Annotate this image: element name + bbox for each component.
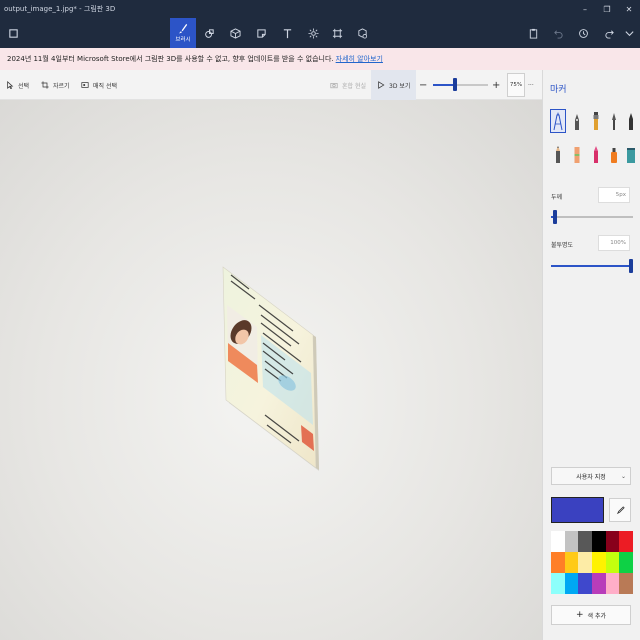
eyedropper-button[interactable] [609, 498, 631, 522]
history-icon[interactable] [570, 18, 596, 48]
brush-icon [178, 23, 187, 34]
color-swatch[interactable] [578, 552, 592, 573]
minimize-button[interactable]: – [574, 0, 596, 18]
color-swatch[interactable] [551, 531, 565, 552]
zoom-level[interactable]: 75% [507, 73, 525, 97]
id-card-image [222, 266, 319, 471]
mixed-reality-button[interactable]: 혼합 현실 [330, 70, 366, 100]
crop-icon [41, 81, 49, 89]
pixel-pen-icon[interactable] [623, 109, 639, 133]
select-button[interactable]: 선택 [6, 70, 29, 100]
color-swatch[interactable] [564, 552, 579, 573]
cursor-icon [7, 81, 14, 89]
workspace[interactable] [0, 100, 542, 640]
color-swatch[interactable] [578, 573, 592, 594]
brushes-tab[interactable]: 브러시 [170, 18, 196, 48]
brush-panel: 마커 두께 5px 불투명도 100% 사용자 지정 ⌄ + 색 추가 [542, 70, 640, 640]
color-palette [551, 531, 633, 594]
zoom-in-button[interactable]: + [492, 70, 500, 100]
crop-button[interactable]: 자르기 [41, 70, 70, 100]
chevron-down-icon: ⌄ [620, 472, 626, 480]
crayon-icon[interactable] [588, 142, 604, 166]
learn-more-link[interactable]: 자세히 알아보기 [336, 54, 383, 64]
mixed-reality-label: 혼합 현실 [342, 82, 366, 90]
color-swatch[interactable] [605, 573, 620, 594]
color-swatch[interactable] [578, 531, 592, 552]
magic-select-icon [81, 82, 89, 88]
color-swatch[interactable] [591, 573, 606, 594]
color-swatch[interactable] [605, 552, 620, 573]
fill-icon[interactable] [623, 142, 639, 166]
thickness-input[interactable]: 5px [598, 187, 630, 203]
color-swatch[interactable] [591, 531, 606, 552]
watercolor-icon[interactable] [606, 109, 622, 133]
color-swatch[interactable] [551, 552, 565, 573]
add-color-button[interactable]: + 색 추가 [551, 605, 631, 625]
opacity-input[interactable]: 100% [598, 235, 630, 251]
expand-icon[interactable] [618, 18, 640, 48]
3d-library-icon[interactable] [349, 18, 375, 48]
color-swatch[interactable] [619, 531, 633, 552]
deprecation-banner: 2024년 11월 4일부터 Microsoft Store에서 그림판 3D를… [0, 48, 640, 70]
3d-card-object[interactable] [221, 265, 321, 475]
marker-icon[interactable] [550, 109, 566, 133]
color-swatch[interactable] [605, 531, 620, 552]
3d-shapes-icon[interactable] [222, 18, 248, 48]
eraser-icon[interactable] [569, 142, 585, 166]
magic-select-button[interactable]: 매직 선택 [81, 70, 117, 100]
opacity-slider[interactable] [551, 259, 633, 273]
select-label: 선택 [18, 82, 30, 90]
oil-brush-icon[interactable] [588, 109, 604, 133]
eyedropper-icon [616, 505, 625, 514]
camera-icon [330, 83, 338, 89]
color-swatch[interactable] [564, 531, 579, 552]
color-mode-label: 사용자 지정 [576, 473, 606, 481]
window-title: output_image_1.jpg* - 그림판 3D [4, 5, 116, 13]
title-bar: output_image_1.jpg* - 그림판 3D – ❐ ✕ [0, 0, 640, 18]
color-swatch[interactable] [551, 573, 565, 594]
menu-icon[interactable] [0, 18, 26, 48]
color-mode-dropdown[interactable]: 사용자 지정 ⌄ [551, 467, 631, 485]
banner-text: 2024년 11월 4일부터 Microsoft Store에서 그림판 3D를… [7, 55, 334, 63]
current-color[interactable] [551, 497, 604, 523]
calligraphy-pen-icon[interactable] [569, 109, 585, 133]
play-icon [378, 81, 385, 89]
thickness-slider[interactable] [551, 210, 633, 224]
paste-icon[interactable] [520, 18, 546, 48]
thickness-label: 두께 [551, 194, 563, 201]
more-button[interactable]: ··· [528, 70, 534, 100]
opacity-label: 불투명도 [551, 242, 574, 249]
canvas-toolbar: 선택 자르기 매직 선택 혼합 현실 3D 보기 − + 75% ··· [0, 70, 542, 100]
zoom-out-button[interactable]: − [419, 70, 427, 100]
maximize-button[interactable]: ❐ [596, 0, 618, 18]
undo-icon[interactable] [545, 18, 571, 48]
crop-label: 자르기 [53, 82, 70, 90]
plus-icon: + [575, 610, 584, 620]
close-button[interactable]: ✕ [618, 0, 640, 18]
color-swatch[interactable] [619, 573, 633, 594]
add-color-label: 색 추가 [587, 612, 606, 620]
canvas-icon[interactable] [324, 18, 350, 48]
spray-can-icon[interactable] [606, 142, 622, 166]
3d-view-button[interactable]: 3D 보기 [371, 70, 417, 100]
text-icon[interactable] [274, 18, 300, 48]
tool-ribbon: 브러시 [0, 18, 640, 48]
magic-select-label: 매직 선택 [93, 82, 117, 90]
stickers-icon[interactable] [248, 18, 274, 48]
effects-icon[interactable] [300, 18, 326, 48]
3d-view-label: 3D 보기 [389, 82, 411, 90]
pencil-icon[interactable] [550, 142, 566, 166]
panel-title: 마커 [550, 85, 567, 95]
color-swatch[interactable] [564, 573, 579, 594]
color-swatch[interactable] [591, 552, 606, 573]
color-swatch[interactable] [619, 552, 633, 573]
brushes-tab-label: 브러시 [175, 37, 191, 43]
2d-shapes-icon[interactable] [196, 18, 222, 48]
